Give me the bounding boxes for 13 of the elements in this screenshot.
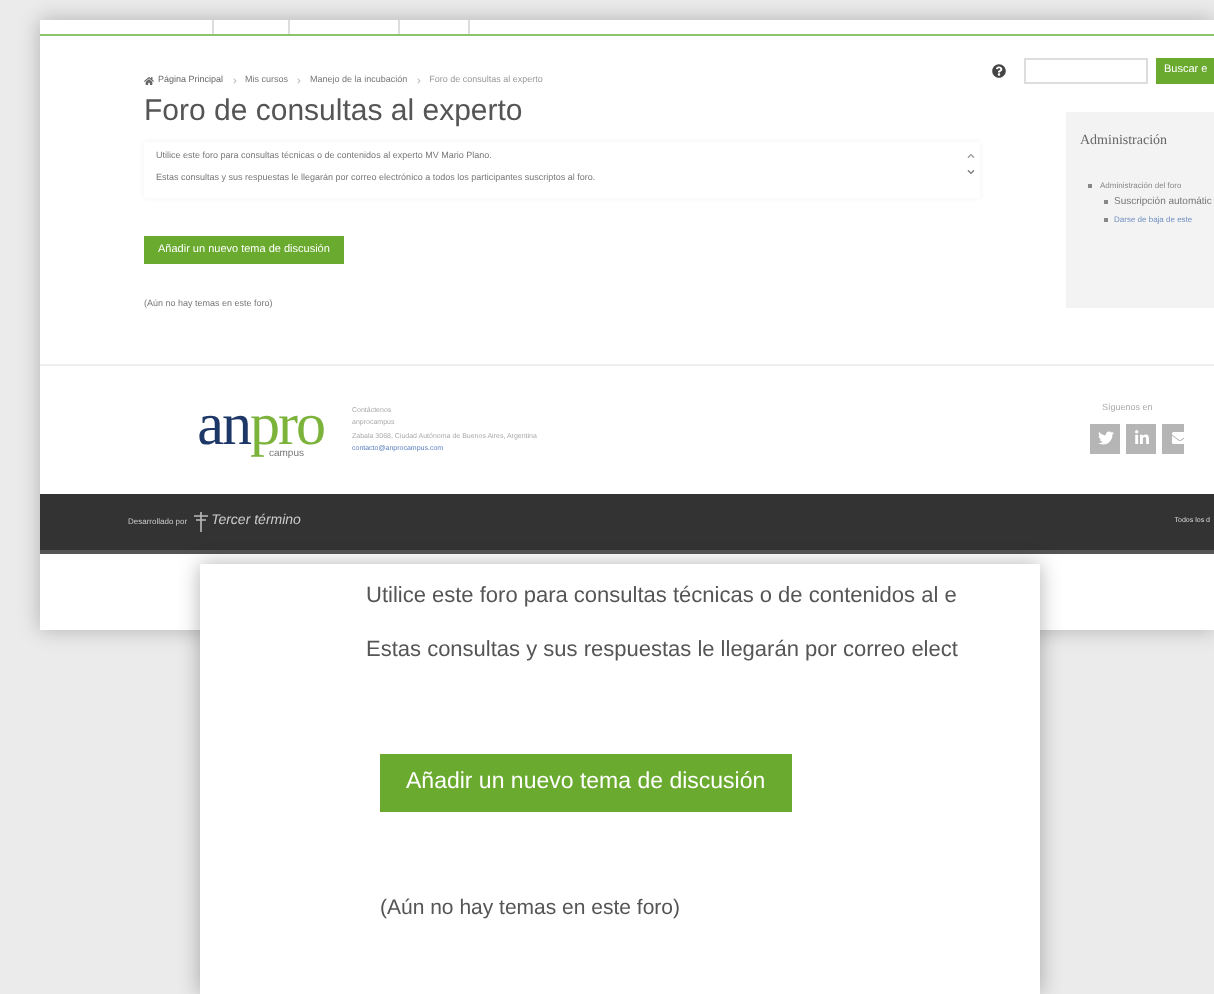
envelope-icon[interactable] (1162, 423, 1184, 454)
home-icon (144, 75, 154, 86)
linkedin-icon[interactable] (1126, 423, 1156, 454)
add-topic-button[interactable]: Añadir un nuevo tema de discusión (380, 754, 792, 812)
scroll-up-icon[interactable] (966, 151, 976, 160)
help-icon[interactable] (992, 64, 1006, 78)
search-field[interactable] (1024, 58, 1148, 84)
page-title: Foro de consultas al experto (144, 93, 523, 130)
intro-text: Estas consultas y sus respuestas le llegarán por correo elect (366, 636, 958, 664)
scroll-down-icon[interactable] (966, 167, 976, 176)
intro-text: Utilice este foro para consultas técnicas o de contenidos al e (366, 582, 957, 610)
empty-message: (Aún no hay temas en este foro) (380, 894, 680, 924)
twitter-icon[interactable] (1090, 423, 1120, 454)
